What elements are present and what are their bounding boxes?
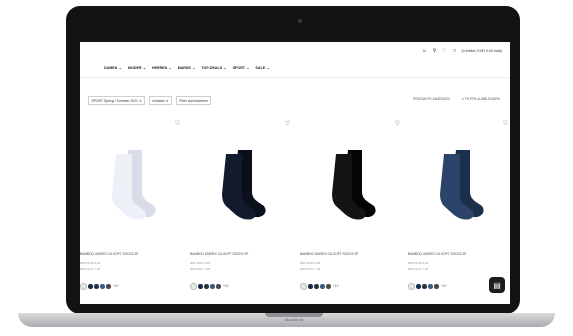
search-icon[interactable]: ⚲ [431,48,437,54]
product-name[interactable]: BAMBOO UNISEX CA-SOFT SOCKS 2P [408,252,510,256]
color-swatch[interactable] [320,284,325,289]
product-image[interactable] [322,148,378,220]
color-swatches: +10 [80,283,118,290]
color-swatches: +10 [408,283,446,290]
nav-divider [80,77,510,78]
color-swatches: +10 [300,283,338,290]
wishlist-heart-icon[interactable]: ♡ [395,120,400,127]
more-colors-count[interactable]: +10 [223,284,228,288]
product-sale-price: RRP EUR 7,95 [80,267,101,271]
color-swatch[interactable] [94,284,99,289]
close-icon[interactable]: × [166,99,168,103]
nav-item-sale[interactable]: SALE ⌄ [256,66,270,70]
product-card[interactable]: ♡ BAMBOO UNISEX CA-SOFT SOCKS 2P RRP EUR… [190,118,292,298]
color-swatch[interactable] [88,284,93,289]
active-filters: SPORT Spring / Summer 2021 × schwarz × F… [88,96,212,105]
color-swatch[interactable] [80,283,87,290]
chevron-down-icon: ⌄ [118,66,122,70]
bag-icon[interactable]: □ [451,48,457,54]
nav-item-top-deals[interactable]: TOP-DEALS ⌄ [201,66,226,70]
nav-item-marke[interactable]: MARKE ⌄ [178,66,196,70]
product-price: RRP EUR 9,95 [190,261,211,265]
more-colors-count[interactable]: +10 [113,284,118,288]
filter-chip-color[interactable]: schwarz × [148,96,172,105]
color-swatch[interactable] [100,284,105,289]
close-icon[interactable]: × [139,99,141,103]
product-image[interactable] [212,148,268,220]
nav-item-kinder[interactable]: KINDER ⌄ [128,66,146,70]
color-swatch[interactable] [434,284,439,289]
hide-filters-button[interactable]: ≡ FILTER AUSBLENDEN [462,97,500,101]
color-swatch[interactable] [428,284,433,289]
filter-chip-season[interactable]: SPORT Spring / Summer 2021 × [88,96,145,105]
utility-bar: ☺ ⚲ ♡ □ (0 Artikel, EUR 0,00 total) [80,46,510,56]
product-card[interactable]: ♡ BAMBOO UNISEX CA-SOFT SOCKS 2P RRP EUR… [300,118,402,298]
user-icon[interactable]: ☺ [421,48,427,54]
chevron-down-icon: ⌄ [246,66,250,70]
product-sale-price: RRP EUR 7,95 [408,267,429,271]
products-count-button[interactable]: PRODUKTE ANZEIGEN [413,97,450,101]
product-grid: ♡ BAMBOO UNISEX CA-SOFT SOCKS 2P RRP EUR… [80,118,510,298]
color-swatch[interactable] [216,284,221,289]
heart-icon[interactable]: ♡ [441,48,447,54]
wishlist-heart-icon[interactable]: ♡ [503,120,508,127]
color-swatch[interactable] [326,284,331,289]
color-swatch[interactable] [408,283,415,290]
wishlist-heart-icon[interactable]: ♡ [285,120,290,127]
color-swatch[interactable] [198,284,203,289]
product-card[interactable]: ♡ BAMBOO UNISEX CA-SOFT SOCKS 2P RRP EUR… [408,118,510,298]
product-sale-price: RRP EUR 7,95 [190,267,211,271]
product-name[interactable]: BAMBOO UNISEX CA-SOFT SOCKS 2P [190,252,292,256]
color-swatch[interactable] [314,284,319,289]
more-colors-count[interactable]: +10 [333,284,338,288]
chevron-down-icon: ⌄ [142,66,146,70]
color-swatch[interactable] [106,284,111,289]
product-card[interactable]: ♡ BAMBOO UNISEX CA-SOFT SOCKS 2P RRP EUR… [80,118,182,298]
main-nav: DAMEN ⌄ KINDER ⌄ HERREN ⌄ MARKE ⌄ TOP-DEALS ⌄… [104,66,270,70]
color-swatch[interactable] [422,284,427,289]
color-swatch[interactable] [204,284,209,289]
chevron-down-icon: ⌄ [192,66,196,70]
chevron-down-icon: ⌄ [168,66,172,70]
color-swatch[interactable] [300,283,307,290]
more-colors-count[interactable]: +10 [441,284,446,288]
nav-item-damen[interactable]: DAMEN ⌄ [104,66,122,70]
nav-item-sport[interactable]: SPORT ⌄ [233,66,250,70]
product-price: RRP EUR 9,95 [408,261,429,265]
color-swatch[interactable] [210,284,215,289]
product-price: RRP EUR 9,95 [300,261,321,265]
reset-filters-button[interactable]: Filter zurücksetzen [175,96,212,105]
product-sale-price: RRP EUR 7,95 [300,267,321,271]
chevron-down-icon: ⌄ [223,66,227,70]
chat-button[interactable]: ▤ [489,277,505,293]
product-image[interactable] [430,148,486,220]
product-image[interactable] [102,148,158,220]
chevron-down-icon: ⌄ [266,66,270,70]
wishlist-heart-icon[interactable]: ♡ [175,120,180,127]
color-swatch[interactable] [416,284,421,289]
color-swatch[interactable] [308,284,313,289]
color-swatch[interactable] [190,283,197,290]
product-price: RRP EUR 9,95 [80,261,101,265]
product-name[interactable]: BAMBOO UNISEX CA-SOFT SOCKS 2P [80,252,182,256]
device-brand: MacBook [284,317,304,322]
webcam [298,19,302,23]
chat-bubble-icon: ▤ [493,280,501,290]
color-swatches: +10 [190,283,228,290]
nav-item-herren[interactable]: HERREN ⌄ [152,66,172,70]
product-name[interactable]: BAMBOO UNISEX CA-SOFT SOCKS 2P [300,252,402,256]
screen: ☺ ⚲ ♡ □ (0 Artikel, EUR 0,00 total) DAME… [80,42,510,304]
listing-tools: PRODUKTE ANZEIGEN ≡ FILTER AUSBLENDEN [413,97,500,101]
cart-summary[interactable]: (0 Artikel, EUR 0,00 total) [461,49,502,53]
